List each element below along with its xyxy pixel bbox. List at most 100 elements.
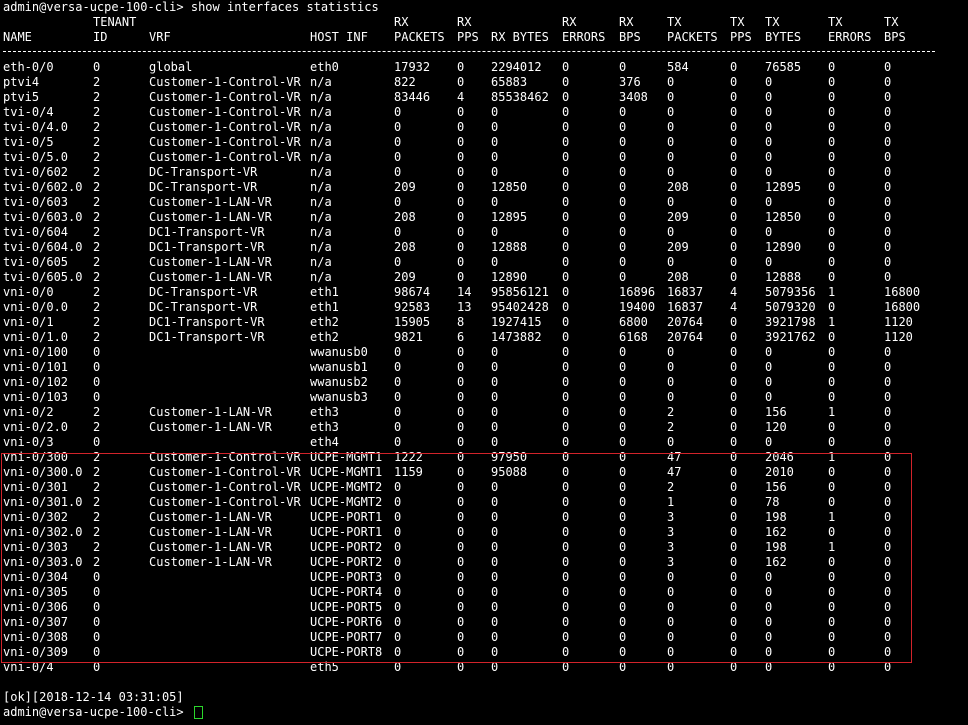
cell-col-3: UCPE-PORT2 (310, 540, 383, 554)
cell-col-0: vni-0/2.0 (3, 420, 69, 434)
cell-col-2: Customer-1-Control-VR (149, 480, 301, 494)
cell-col-8: 0 (619, 405, 627, 419)
cell-col-9: TX (667, 15, 682, 29)
cell-col-13: 0 (884, 660, 892, 674)
cell-col-5: 0 (457, 75, 465, 89)
cell-col-7: 0 (562, 375, 570, 389)
cell-col-6: 0 (491, 630, 499, 644)
cell-col-13: 0 (884, 255, 892, 269)
cell-col-5: 0 (457, 375, 465, 389)
cell-col-5: 6 (457, 330, 465, 344)
cell-col-12: 0 (828, 225, 836, 239)
cell-col-8: 0 (619, 150, 627, 164)
cell-col-13: 0 (884, 480, 892, 494)
cell-col-0: vni-0/303 (3, 540, 69, 554)
cell-col-10: 0 (730, 375, 738, 389)
cell-col-9: PACKETS (667, 30, 718, 44)
cell-col-1: 2 (93, 255, 101, 269)
cell-col-3: n/a (310, 270, 332, 284)
cell-col-4: 0 (394, 405, 402, 419)
cell-col-7: 0 (562, 510, 570, 524)
cell-col-4: 0 (394, 525, 402, 539)
cell-col-0: vni-0/307 (3, 615, 69, 629)
prompt: admin@versa-ucpe-100-cli> (3, 0, 184, 14)
cell-col-7: 0 (562, 600, 570, 614)
cell-col-1: 2 (93, 450, 101, 464)
cell-col-1: 2 (93, 285, 101, 299)
cell-col-7: 0 (562, 420, 570, 434)
cell-col-2: Customer-1-LAN-VR (149, 540, 272, 554)
cell-col-13: 0 (884, 210, 892, 224)
cell-col-11: 78 (765, 495, 780, 509)
cell-col-3: n/a (310, 135, 332, 149)
cell-col-4: 0 (394, 390, 402, 404)
table-row: vni-0/305 0 UCPE-PORT4 0 0 0 0 0 0 0 0 0 0 (3, 585, 965, 600)
cell-col-3: n/a (310, 225, 332, 239)
cell-col-9: 0 (667, 375, 675, 389)
cell-col-12: 0 (828, 555, 836, 569)
cell-col-4: 92583 (394, 300, 431, 314)
cell-col-0: vni-0/302.0 (3, 525, 83, 539)
cell-col-8: 6168 (619, 330, 648, 344)
cell-col-9: 208 (667, 270, 689, 284)
cell-col-0: vni-0/308 (3, 630, 69, 644)
cell-col-0: tvi-0/5 (3, 135, 54, 149)
table-row: vni-0/102 0 wwanusb2 0 0 0 0 0 0 0 0 0 0 (3, 375, 965, 390)
cell-col-1: 2 (93, 540, 101, 554)
cell-col-4: 0 (394, 420, 402, 434)
cell-col-2: Customer-1-LAN-VR (149, 555, 272, 569)
cell-col-12: 1 (828, 450, 836, 464)
cell-col-1: 0 (93, 435, 101, 449)
cell-col-0: tvi-0/603.0 (3, 210, 83, 224)
cell-col-10: 0 (730, 555, 738, 569)
cell-col-1: 2 (93, 495, 101, 509)
cell-col-13: 0 (884, 345, 892, 359)
input-line[interactable]: admin@versa-ucpe-100-cli> (3, 705, 965, 720)
cell-col-11: 12888 (765, 270, 802, 284)
cell-col-10: 0 (730, 270, 738, 284)
cell-col-6: 95088 (491, 465, 528, 479)
cell-col-4: 0 (394, 555, 402, 569)
cell-col-8: RX (619, 15, 634, 29)
table-row: vni-0/2.0 2 Customer-1-LAN-VR eth3 0 0 0 0 0 2 0 12… (3, 420, 965, 435)
cell-col-1: 0 (93, 570, 101, 584)
cell-col-6: 95856121 (491, 285, 549, 299)
table-row: vni-0/100 0 wwanusb0 0 0 0 0 0 0 0 0 0 0 (3, 345, 965, 360)
cell-col-5: 0 (457, 150, 465, 164)
cell-col-3: n/a (310, 195, 332, 209)
cell-col-9: 20764 (667, 315, 704, 329)
cell-col-7: 0 (562, 465, 570, 479)
table-row: tvi-0/605 2 Customer-1-LAN-VR n/a 0 0 0 0 0 0 0 0 0 0 (3, 255, 965, 270)
cell-col-11: 5079356 (765, 285, 816, 299)
cell-col-6: 0 (491, 525, 499, 539)
cell-col-2: DC-Transport-VR (149, 300, 258, 314)
cell-col-11: 12895 (765, 180, 802, 194)
cell-col-10: 0 (730, 345, 738, 359)
cell-col-6: 0 (491, 390, 499, 404)
cell-col-13: 0 (884, 510, 892, 524)
cell-col-1: 2 (93, 510, 101, 524)
cell-col-12: 1 (828, 405, 836, 419)
cell-col-11: 0 (765, 255, 773, 269)
table-row: ptvi4 2 Customer-1-Control-VR n/a 822 0 65883 0… (3, 75, 965, 90)
cell-col-7: 0 (562, 195, 570, 209)
cell-col-7: 0 (562, 525, 570, 539)
cell-col-7: 0 (562, 450, 570, 464)
cell-col-2: DC-Transport-VR (149, 180, 258, 194)
cell-col-6: 0 (491, 225, 499, 239)
cell-col-13: 0 (884, 555, 892, 569)
cell-col-12: 0 (828, 585, 836, 599)
cell-col-8: 0 (619, 465, 627, 479)
cell-col-4: RX (394, 15, 409, 29)
cell-col-1: 0 (93, 630, 101, 644)
cell-col-0: vni-0/102 (3, 375, 69, 389)
cell-col-5: 0 (457, 195, 465, 209)
cell-col-10: 0 (730, 195, 738, 209)
terminal-window[interactable]: admin@versa-ucpe-100-cli> show interface… (3, 0, 965, 720)
status-line: [ok][2018-12-14 03:31:05] (3, 690, 184, 704)
cell-col-4: 0 (394, 615, 402, 629)
cell-col-8: 0 (619, 195, 627, 209)
table-row: vni-0/0 2 DC-Transport-VR eth1 98674 14 958561… (3, 285, 965, 300)
cell-col-4: 0 (394, 480, 402, 494)
cell-col-2: Customer-1-LAN-VR (149, 270, 272, 284)
